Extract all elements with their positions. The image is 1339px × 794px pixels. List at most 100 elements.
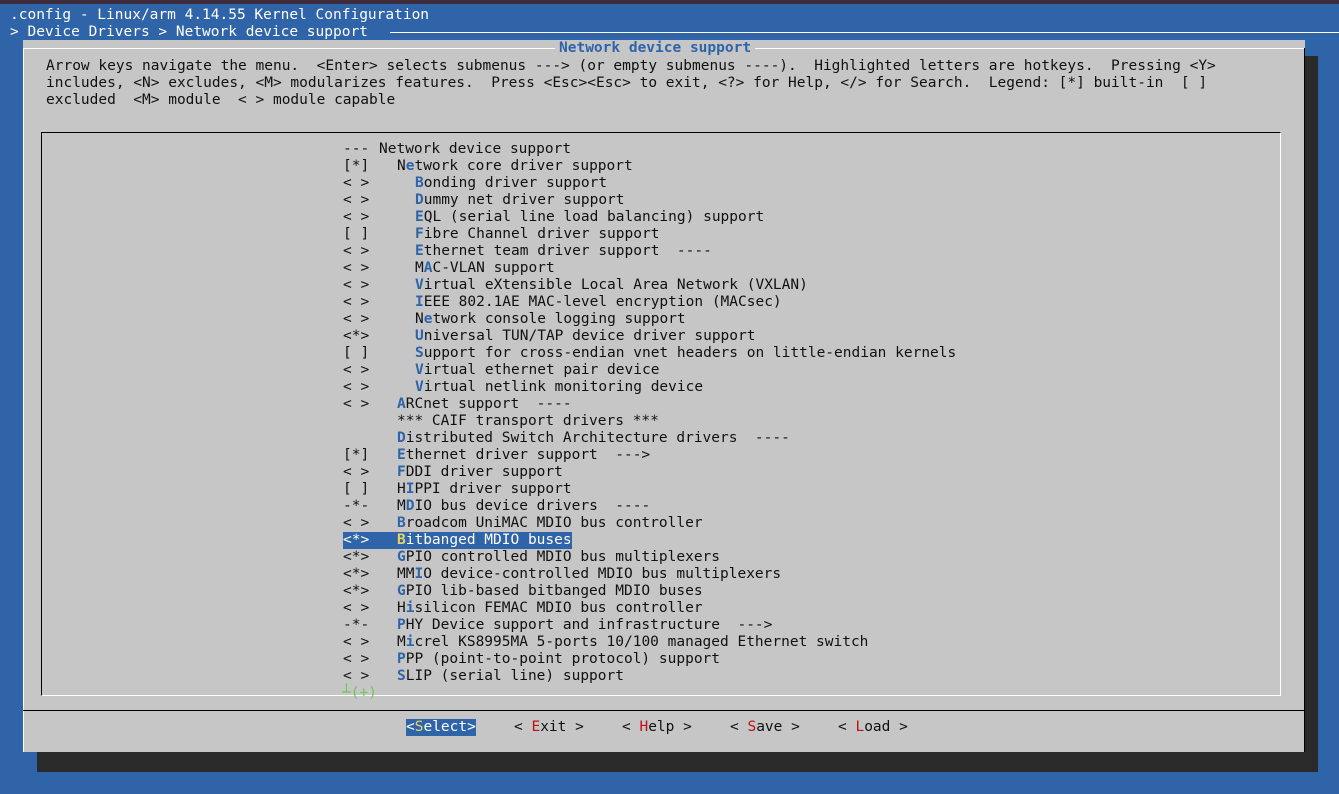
button-bracket: < <box>514 719 532 735</box>
item-label: RCnet support ---- <box>405 396 572 412</box>
item-label: ibre Channel driver support <box>423 226 660 242</box>
item-label-prefix: N <box>415 311 424 327</box>
item-state: [*] <box>343 447 370 463</box>
menu-item[interactable]: [ ] HIPPI driver support <box>343 481 572 498</box>
menu-item[interactable]: [ ] Fibre Channel driver support <box>343 226 659 243</box>
help-text-line-1: Arrow keys navigate the menu. <Enter> se… <box>46 58 1216 74</box>
load-button[interactable]: < Load > <box>838 719 908 736</box>
item-hotkey: B <box>415 175 424 191</box>
button-label: elp > <box>648 719 692 735</box>
item-label: C-VLAN support <box>432 260 555 276</box>
help-button[interactable]: < Help > <box>622 719 692 736</box>
item-hotkey: S <box>397 668 406 684</box>
item-label: PIO lib-based bitbanged MDIO buses <box>405 583 703 599</box>
item-label: thernet driver support ---> <box>405 447 651 463</box>
button-separator <box>23 710 1305 711</box>
item-state: < > <box>343 209 370 225</box>
select-button[interactable]: <Select> <box>406 719 476 736</box>
item-label: O device-controlled MDIO bus multiplexer… <box>423 566 782 582</box>
item-hotkey: V <box>415 379 424 395</box>
menu-item[interactable]: < > Hisilicon FEMAC MDIO bus controller <box>343 600 703 617</box>
item-state: <*> <box>343 532 370 548</box>
button-label: ave > <box>756 719 800 735</box>
item-state: <*> <box>343 583 370 599</box>
item-state: < > <box>343 243 370 259</box>
terminal-window: .config - Linux/arm 4.14.55 Kernel Confi… <box>0 0 1339 794</box>
item-state: < > <box>343 396 370 412</box>
menu-item[interactable]: <*> GPIO controlled MDIO bus multiplexers <box>343 549 720 566</box>
item-hotkey: S <box>415 345 424 361</box>
item-state: < > <box>343 668 370 684</box>
item-state: < > <box>343 294 370 310</box>
item-hotkey: V <box>415 362 424 378</box>
menu-item[interactable]: <*> MMIO device-controlled MDIO bus multi… <box>343 566 781 583</box>
menu-item[interactable]: < > Network console logging support <box>343 311 686 328</box>
item-label: irtual netlink monitoring device <box>423 379 704 395</box>
menu-item[interactable]: -*- PHY Device support and infrastructure… <box>343 617 772 634</box>
menu-item[interactable]: < > ARCnet support ---- <box>343 396 572 413</box>
item-hotkey: E <box>415 209 424 225</box>
item-hotkey: I <box>414 566 424 582</box>
menu-item[interactable]: < > SLIP (serial line) support <box>343 668 624 685</box>
menu-item[interactable]: < > Dummy net driver support <box>343 192 625 209</box>
title-strip <box>0 0 1339 4</box>
item-label: roadcom UniMAC MDIO bus controller <box>405 515 703 531</box>
item-label: DDI driver support <box>405 464 563 480</box>
item-label: itbanged MDIO buses <box>405 532 572 548</box>
menu-item[interactable]: < > Virtual eXtensible Local Area Network… <box>343 277 808 294</box>
button-label: oad > <box>864 719 908 735</box>
menu-item[interactable]: < > Virtual netlink monitoring device <box>343 379 703 396</box>
menu-item[interactable]: [*] Network core driver support <box>343 158 633 175</box>
item-state: < > <box>343 362 370 378</box>
item-state: < > <box>343 651 370 667</box>
menu-item[interactable]: [*] Ethernet driver support ---> <box>343 447 650 464</box>
save-button[interactable]: < Save > <box>730 719 800 736</box>
item-state: <*> <box>343 328 370 344</box>
item-hotkey: G <box>397 549 406 565</box>
item-label: irtual eXtensible Local Area Network (VX… <box>423 277 808 293</box>
item-label-prefix: N <box>397 158 406 174</box>
config-title: .config - Linux/arm 4.14.55 Kernel Confi… <box>10 7 430 23</box>
item-label: PPI driver support <box>414 481 572 497</box>
menu-item[interactable]: *** CAIF transport drivers *** <box>343 413 659 430</box>
menu-item[interactable]: < > Bonding driver support <box>343 175 607 192</box>
item-label: HY Device support and infrastructure ---… <box>405 617 773 633</box>
menu-item[interactable]: < > PPP (point-to-point protocol) support <box>343 651 720 668</box>
menu-item[interactable]: < > MAC-VLAN support <box>343 260 555 277</box>
item-state: [ ] <box>343 345 370 361</box>
button-label: elect> <box>423 719 476 735</box>
button-hotkey: H <box>639 719 649 735</box>
breadcrumb: > Device Drivers > Network device suppor… <box>10 24 368 40</box>
item-state: < > <box>343 260 370 276</box>
menu-item[interactable]: < > Broadcom UniMAC MDIO bus controller <box>343 515 703 532</box>
menu-item[interactable]: -*- MDIO bus device drivers ---- <box>343 498 650 515</box>
item-label-prefix: H <box>397 481 406 497</box>
item-hotkey: B <box>397 515 406 531</box>
menu-item[interactable]: <*> Universal TUN/TAP device driver suppo… <box>343 328 755 345</box>
item-label: PP (point-to-point protocol) support <box>405 651 721 667</box>
item-label-prefix: M <box>397 634 406 650</box>
menu-item[interactable]: --- Network device support <box>343 141 571 158</box>
item-label: IO bus device drivers ---- <box>414 498 651 514</box>
menu-item[interactable]: < > Ethernet team driver support ---- <box>343 243 712 260</box>
item-state: < > <box>343 634 370 650</box>
menu-item[interactable]: [ ] Support for cross-endian vnet headers… <box>343 345 956 362</box>
menu-item[interactable]: Distributed Switch Architecture drivers … <box>343 430 790 447</box>
item-label: EEE 802.1AE MAC-level encryption (MACsec… <box>423 294 782 310</box>
menu-item[interactable]: < > IEEE 802.1AE MAC-level encryption (MA… <box>343 294 782 311</box>
item-label-prefix: H <box>397 600 406 616</box>
item-state: < > <box>343 311 370 327</box>
item-hotkey: F <box>415 226 424 242</box>
item-hotkey: U <box>415 328 424 344</box>
menu-item[interactable]: < > EQL (serial line load balancing) supp… <box>343 209 764 226</box>
exit-button[interactable]: < Exit > <box>514 719 584 736</box>
menu-item-selected[interactable]: <*> Bitbanged MDIO buses <box>343 532 572 549</box>
menu-item[interactable]: < > Virtual ethernet pair device <box>343 362 659 379</box>
item-state: [*] <box>343 158 370 174</box>
menu-item[interactable]: < > Micrel KS8995MA 5-ports 10/100 manage… <box>343 634 868 651</box>
menu-item[interactable]: < > FDDI driver support <box>343 464 563 481</box>
button-bracket: < <box>622 719 640 735</box>
item-label: crel KS8995MA 5-ports 10/100 managed Eth… <box>414 634 869 650</box>
menu-item[interactable]: <*> GPIO lib-based bitbanged MDIO buses <box>343 583 703 600</box>
item-state: --- <box>343 141 370 157</box>
